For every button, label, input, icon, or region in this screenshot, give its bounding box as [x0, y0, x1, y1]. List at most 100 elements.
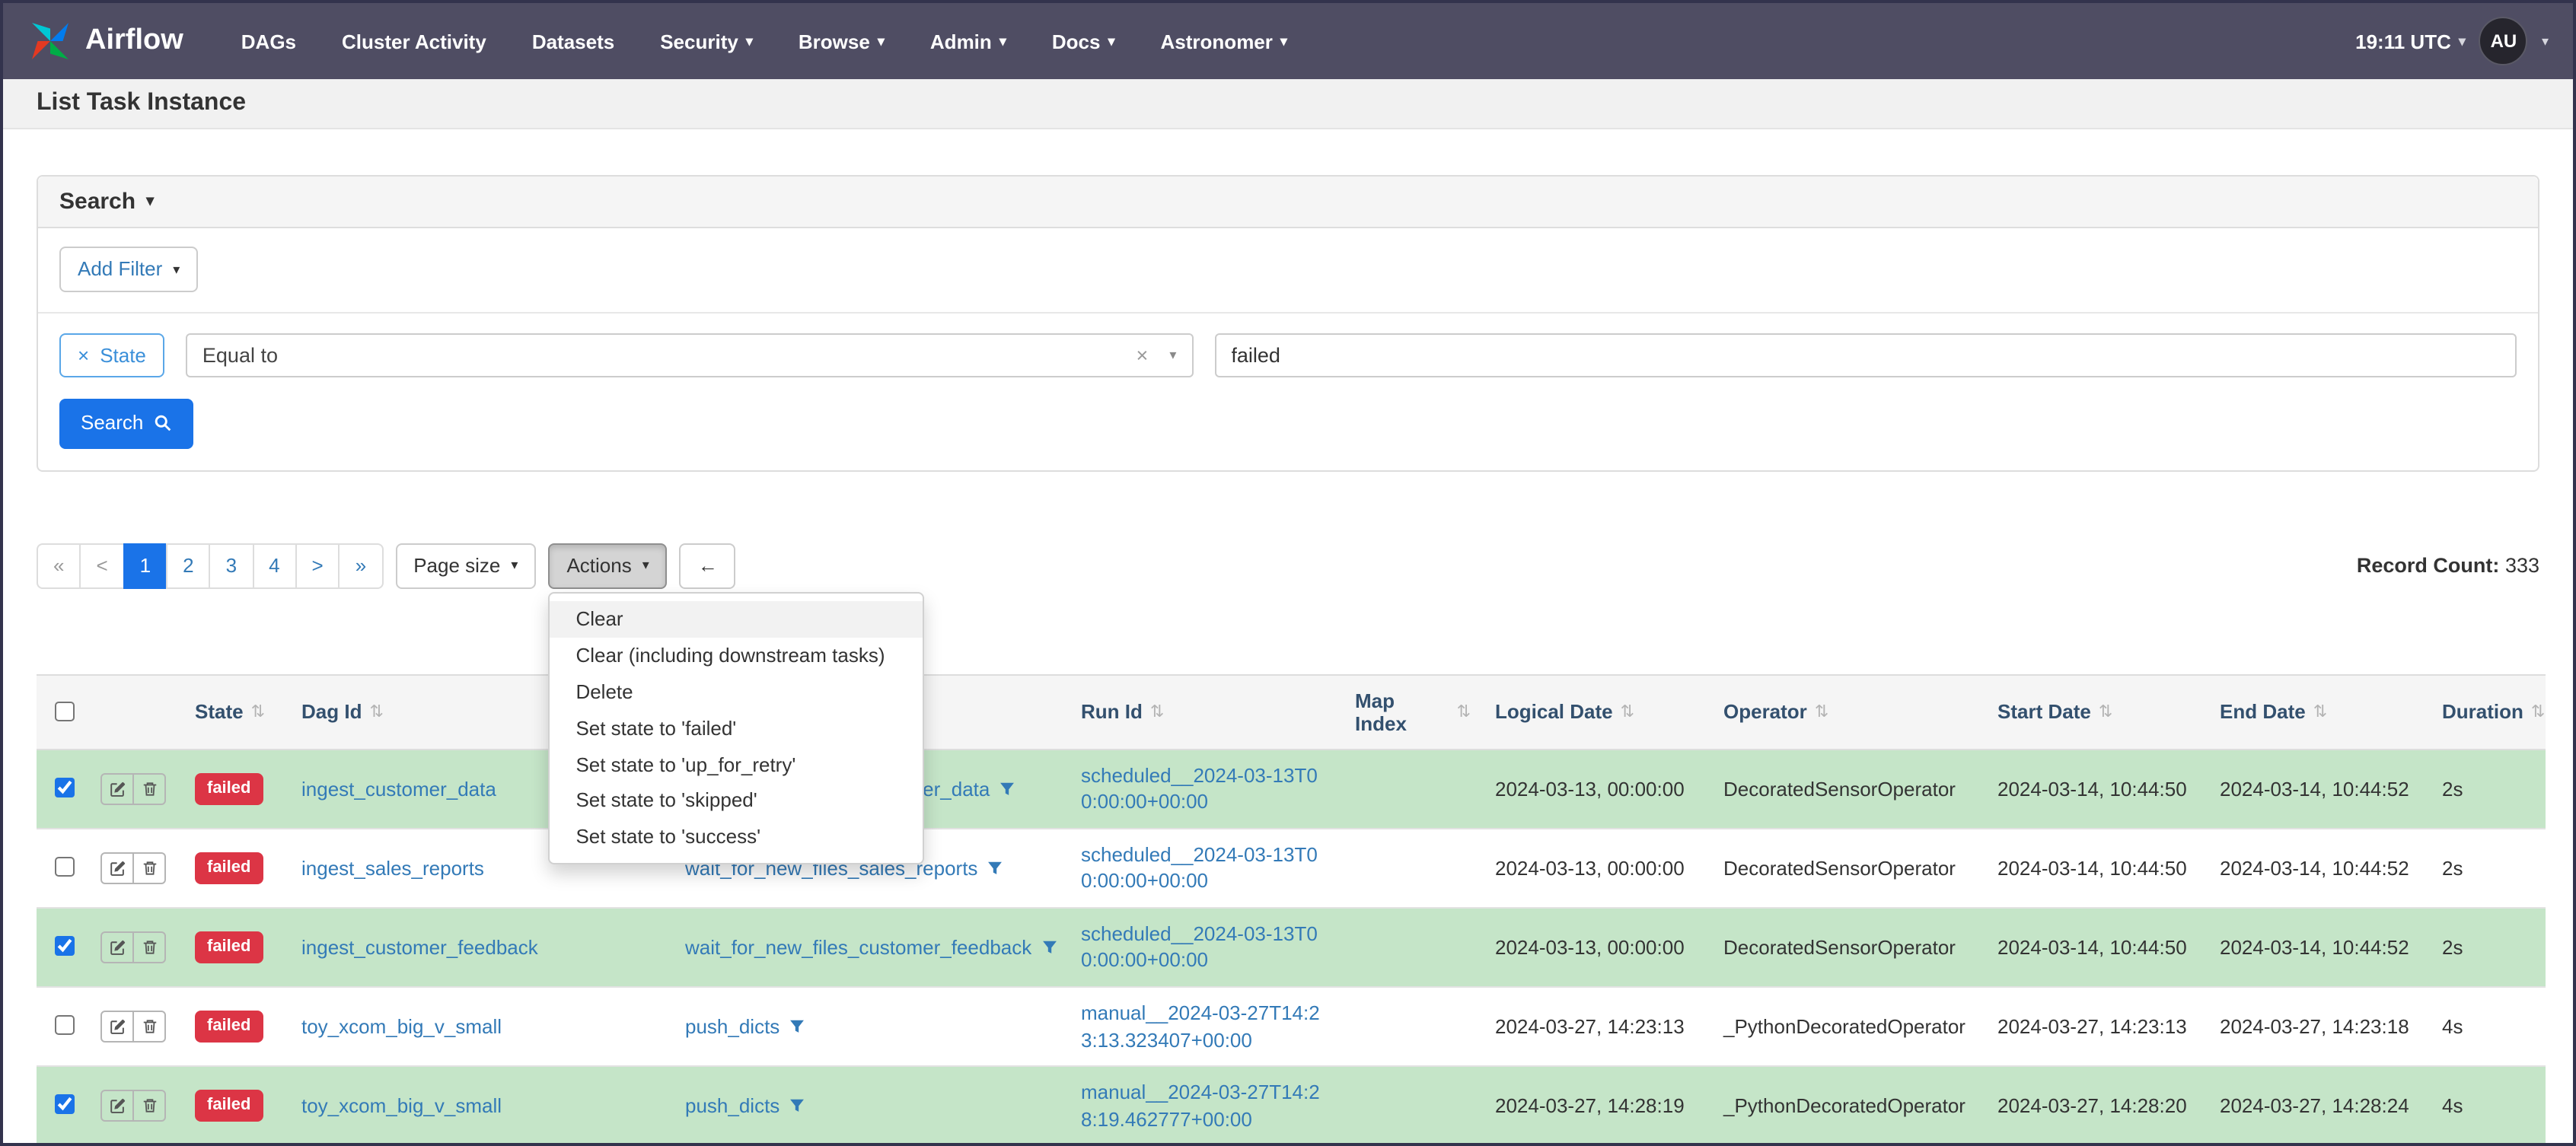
sort-logical-date[interactable]: Logical Date ⇅: [1495, 701, 1634, 724]
edit-record-button[interactable]: [100, 1090, 134, 1122]
menu-item-set-skipped[interactable]: Set state to 'skipped': [550, 783, 923, 820]
sort-state[interactable]: State ⇅: [195, 701, 265, 724]
edit-record-button[interactable]: [100, 772, 134, 805]
chevron-down-icon: ▾: [642, 557, 649, 573]
remove-filter-icon[interactable]: ×: [78, 345, 89, 368]
sort-dag-id[interactable]: Dag Id ⇅: [301, 701, 384, 724]
trash-icon: [141, 781, 158, 797]
nav-docs[interactable]: Docs ▾: [1052, 30, 1115, 53]
row-checkbox[interactable]: [55, 778, 75, 798]
state-filter-chip[interactable]: × State: [59, 333, 164, 378]
sort-map-index[interactable]: Map Index ⇅: [1355, 689, 1471, 735]
table-row: failed toy_xcom_big_v_small push_dicts m…: [37, 987, 2546, 1068]
chevron-down-icon: ▾: [173, 261, 180, 277]
filter-funnel-icon[interactable]: [999, 780, 1015, 797]
edit-record-button[interactable]: [100, 1011, 134, 1043]
nav-admin[interactable]: Admin ▾: [930, 30, 1006, 53]
page-next-button[interactable]: >: [295, 543, 340, 589]
airflow-brand[interactable]: Airflow: [27, 18, 183, 64]
delete-record-button[interactable]: [132, 772, 166, 805]
page-4-button[interactable]: 4: [252, 543, 297, 589]
search-panel-header[interactable]: Search ▾: [38, 177, 2538, 228]
actions-button[interactable]: Actions ▾: [548, 543, 668, 589]
menu-item-clear-downstream[interactable]: Clear (including downstream tasks): [550, 637, 923, 673]
run-id-link[interactable]: manual__2024-03-27T14:23:13.323407+00:00: [1081, 1000, 1331, 1053]
run-id-link[interactable]: manual__2024-03-27T14:28:19.462777+00:00: [1081, 1079, 1331, 1132]
clock-dropdown[interactable]: 19:11 UTC ▾: [2355, 30, 2466, 53]
row-checkbox[interactable]: [55, 936, 75, 957]
pagination: « < 1 2 3 4 > »: [37, 543, 384, 589]
trash-icon: [141, 939, 158, 956]
clear-select-icon[interactable]: ×: [1137, 345, 1149, 368]
dag-id-link[interactable]: toy_xcom_big_v_small: [301, 1015, 502, 1038]
sort-duration[interactable]: Duration ⇅: [2442, 701, 2545, 724]
page-3-button[interactable]: 3: [209, 543, 254, 589]
edit-record-button[interactable]: [100, 852, 134, 884]
page-2-button[interactable]: 2: [166, 543, 211, 589]
user-avatar[interactable]: AU: [2479, 17, 2528, 65]
trash-icon: [141, 1018, 158, 1035]
delete-record-button[interactable]: [132, 852, 166, 884]
nav-astronomer[interactable]: Astronomer ▾: [1161, 30, 1287, 53]
run-id-link[interactable]: scheduled__2024-03-13T00:00:00+00:00: [1081, 842, 1331, 895]
filter-funnel-icon[interactable]: [1041, 938, 1057, 955]
row-checkbox[interactable]: [55, 1094, 75, 1115]
sort-end-date[interactable]: End Date ⇅: [2220, 701, 2327, 724]
menu-item-set-up-for-retry[interactable]: Set state to 'up_for_retry': [550, 746, 923, 783]
menu-item-set-failed[interactable]: Set state to 'failed': [550, 710, 923, 746]
nav-datasets[interactable]: Datasets: [532, 30, 614, 53]
dag-id-link[interactable]: ingest_customer_feedback: [301, 935, 538, 958]
dag-id-link[interactable]: ingest_sales_reports: [301, 856, 484, 879]
sort-run-id[interactable]: Run Id ⇅: [1081, 701, 1164, 724]
page-first-button[interactable]: «: [37, 543, 81, 589]
edit-icon: [109, 939, 126, 956]
menu-item-delete[interactable]: Delete: [550, 673, 923, 710]
nav-security[interactable]: Security ▾: [660, 30, 753, 53]
page-prev-button[interactable]: <: [79, 543, 125, 589]
task-id-link[interactable]: push_dicts: [685, 1015, 779, 1038]
run-id-link[interactable]: scheduled__2024-03-13T00:00:00+00:00: [1081, 921, 1331, 974]
dag-id-link[interactable]: toy_xcom_big_v_small: [301, 1094, 502, 1117]
end-date-cell: 2024-03-14, 10:44:52: [2208, 828, 2430, 909]
add-filter-button[interactable]: Add Filter ▾: [59, 247, 199, 293]
nav-browse[interactable]: Browse ▾: [799, 30, 885, 53]
nav-dags[interactable]: DAGs: [241, 30, 296, 53]
chevron-down-icon: ▾: [745, 33, 753, 48]
row-checkbox[interactable]: [55, 857, 75, 877]
row-checkbox[interactable]: [55, 1015, 75, 1036]
map-index-cell: [1343, 828, 1483, 909]
end-date-cell: 2024-03-14, 10:44:52: [2208, 749, 2430, 829]
select-all-checkbox[interactable]: [55, 702, 75, 722]
chevron-down-icon: ▾: [511, 557, 518, 573]
filter-condition-select[interactable]: Equal to × ▾: [185, 333, 1194, 378]
menu-item-set-success[interactable]: Set state to 'success': [550, 820, 923, 856]
sort-operator[interactable]: Operator ⇅: [1723, 701, 1828, 724]
duration-cell: 2s: [2430, 828, 2546, 909]
chevron-down-icon: ▾: [146, 193, 155, 209]
dag-id-link[interactable]: ingest_customer_data: [301, 777, 496, 800]
delete-record-button[interactable]: [132, 1090, 166, 1122]
filter-funnel-icon[interactable]: [987, 859, 1003, 876]
logical-date-cell: 2024-03-27, 14:28:19: [1483, 1066, 1711, 1143]
user-menu-caret-icon[interactable]: ▾: [2542, 33, 2549, 48]
edit-record-button[interactable]: [100, 931, 134, 963]
page-1-button[interactable]: 1: [123, 543, 168, 589]
menu-item-clear[interactable]: Clear: [550, 600, 923, 638]
filter-funnel-icon[interactable]: [789, 1018, 805, 1035]
chevron-down-icon: ▾: [877, 33, 885, 48]
task-id-link[interactable]: wait_for_new_files_customer_feedback: [685, 935, 1031, 958]
filter-value-input[interactable]: [1214, 333, 2517, 378]
run-id-link[interactable]: scheduled__2024-03-13T00:00:00+00:00: [1081, 762, 1331, 816]
back-button[interactable]: ←: [679, 543, 736, 589]
delete-record-button[interactable]: [132, 931, 166, 963]
search-button[interactable]: Search: [59, 399, 194, 448]
sort-start-date[interactable]: Start Date ⇅: [1997, 701, 2112, 724]
filter-funnel-icon[interactable]: [789, 1097, 805, 1114]
end-date-cell: 2024-03-14, 10:44:52: [2208, 907, 2430, 988]
table-row: failed ingest_customer_data wait_for_new…: [37, 749, 2546, 829]
nav-cluster-activity[interactable]: Cluster Activity: [342, 30, 486, 53]
task-id-link[interactable]: push_dicts: [685, 1094, 779, 1117]
page-last-button[interactable]: »: [338, 543, 384, 589]
delete-record-button[interactable]: [132, 1011, 166, 1043]
page-size-button[interactable]: Page size ▾: [395, 543, 537, 589]
